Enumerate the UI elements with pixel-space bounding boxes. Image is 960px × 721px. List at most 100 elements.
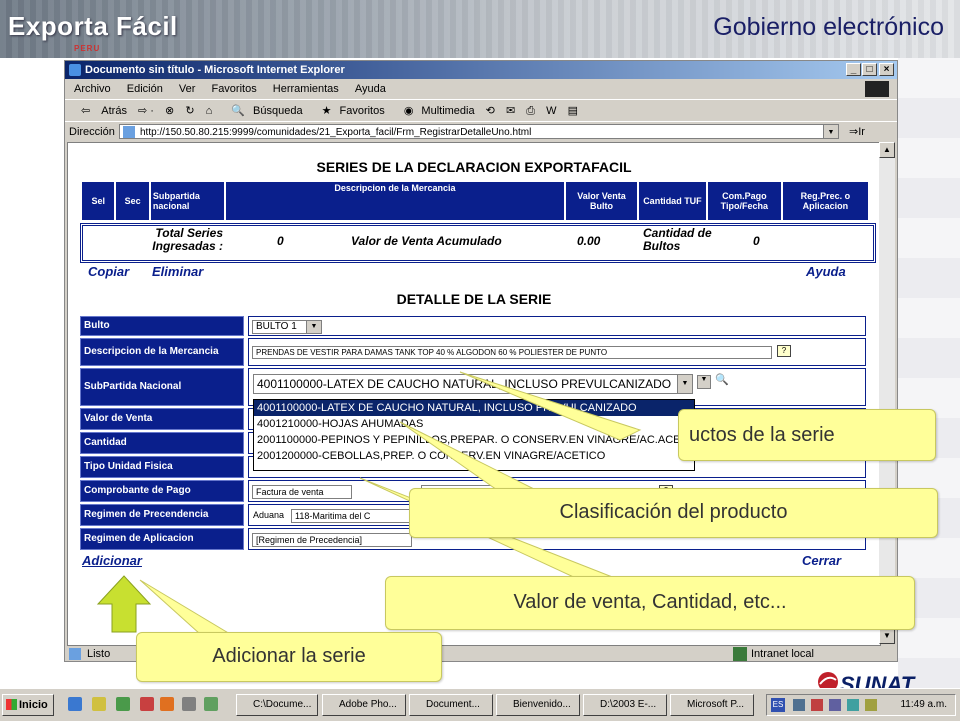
task-button[interactable]: Adobe Pho... [322,694,406,716]
add-link[interactable]: Adicionar [82,553,142,568]
media-quicklaunch-icon[interactable] [140,697,154,711]
bulto-select[interactable]: BULTO 1 ▼ [252,320,322,334]
status-text: Listo [87,648,111,660]
subpartida-extra-dropdown-icon[interactable]: ▼ [697,375,711,389]
windows-flag-icon [6,699,17,710]
address-input[interactable]: http://150.50.80.215:9999/comunidades/21… [119,124,839,139]
search-icon: 🔍 [231,105,246,117]
menu-edicion[interactable]: Edición [127,83,163,95]
subpartida-option[interactable]: 2001100000-PEPINOS Y PEPINILLOS,PREPAR. … [254,432,707,448]
stop-icon[interactable]: ⊗ [165,105,174,117]
value-acum-value: 0.00 [577,234,601,248]
callout-adicionar-text: Adicionar la serie [212,645,366,667]
peru-tag: PERU [74,44,101,53]
volume-icon[interactable] [829,699,841,711]
delete-link[interactable]: Eliminar [152,264,203,279]
procedencia-select[interactable]: 118-Maritima del C [291,509,411,523]
close-link[interactable]: Cerrar [802,553,841,568]
col-regprec: Reg.Prec. o Aplicacion [780,180,871,222]
copy-link[interactable]: Copiar [88,264,129,279]
col-sec: Sec [114,180,151,222]
back-button[interactable]: ⇦ Atrás [73,105,127,117]
lang-indicator[interactable]: ES [771,698,785,712]
task-button[interactable]: Microsoft P... [670,694,754,716]
clock: 11:49 a.m. [900,699,947,710]
close-button[interactable]: × [879,63,894,76]
callout-valor: Valor de venta, Cantidad, etc... [385,576,915,630]
home-icon[interactable]: ⌂ [206,105,213,117]
totals-row: Total Series Ingresadas : 0 Valor de Ven… [80,223,876,263]
taskbar: Inicio C:\Docume... Adobe Pho... Documen… [0,688,960,721]
status-page-icon [69,648,81,660]
menu-ver[interactable]: Ver [179,83,196,95]
scroll-up-icon[interactable]: ▲ [879,142,895,158]
forward-button[interactable]: ⇨ · [138,105,154,117]
bulto-dropdown-icon: ▼ [306,321,321,333]
favorites-button[interactable]: ★ Favoritos [314,105,385,117]
discuss-icon[interactable]: ▤ [568,105,578,117]
task-button[interactable]: Document... [409,694,493,716]
comprobante-value: Factura de venta [256,487,324,497]
subpartida-select[interactable]: 4001100000-LATEX DE CAUCHO NATURAL, INCL… [253,374,693,394]
vertical-scrollbar[interactable]: ▲ ▼ [879,142,895,644]
menu-ayuda[interactable]: Ayuda [355,83,386,95]
series-title: SERIES DE LA DECLARACION EXPORTAFACIL [316,159,632,175]
subpartida-dropdown-list: 4001100000-LATEX DE CAUCHO NATURAL, INCL… [253,399,707,471]
col-cantidad: Cantidad TUF [637,180,708,222]
subpartida-option-selected[interactable]: 4001100000-LATEX DE CAUCHO NATURAL, INCL… [254,400,694,416]
comprobante-select[interactable]: Factura de venta [252,485,352,499]
start-button[interactable]: Inicio [2,694,54,716]
col-sel: Sel [79,180,117,222]
ie-icon [69,64,81,76]
ie-quicklaunch-icon[interactable] [68,697,82,711]
subpartida-option[interactable]: 2001200000-CEBOLLAS,PREP. O CONSERV.EN V… [254,448,694,464]
edit-icon[interactable]: W [546,105,556,117]
media-icon: ◉ [403,105,414,117]
maximize-button[interactable]: □ [862,63,877,76]
toolbar: ⇦ Atrás ⇨ · ⊗ ↻ ⌂ 🔍 Búsqueda ★ Favoritos ◉… [65,99,897,122]
col-subpartida: Subpartida nacional [148,180,226,222]
mail-icon[interactable]: ✉ [506,105,515,117]
callout-clasificacion-text: Clasificación del producto [559,501,788,523]
desktop-quicklaunch-icon[interactable] [116,697,130,711]
tool-quicklaunch-icon[interactable] [182,697,196,711]
col-valor: Valor Venta Bulto [564,180,640,222]
multimedia-button[interactable]: ◉ Multimedia [396,105,475,117]
zone-icon [733,647,747,661]
security-icon[interactable] [811,699,823,711]
address-dropdown-icon[interactable]: ▼ [823,125,838,138]
callout-productos: uctos de la serie [678,409,936,461]
task-button[interactable]: Bienvenido... [496,694,580,716]
firefox-quicklaunch-icon[interactable] [160,697,174,711]
search-button[interactable]: 🔍 Búsqueda [223,105,302,117]
refresh-icon[interactable]: ↻ [185,105,194,117]
tray-app-icon[interactable] [865,699,877,711]
help-link[interactable]: Ayuda [806,264,846,279]
description-input[interactable]: PRENDAS DE VESTIR PARA DAMAS TANK TOP 40… [252,346,772,359]
outlook-quicklaunch-icon[interactable] [92,697,106,711]
network-icon[interactable] [793,699,805,711]
back-label: Atrás [101,105,127,117]
description-help-icon[interactable]: ? [777,345,791,357]
magnifier-icon[interactable]: 🔍 [715,373,729,386]
task-button[interactable]: D:\2003 E-... [583,694,667,716]
brand-title: Exporta Fácil [8,11,178,41]
minimize-button[interactable]: _ [846,63,861,76]
browser-window: Documento sin título - Microsoft Interne… [64,60,898,662]
task-button[interactable]: C:\Docume... [236,694,318,716]
history-icon[interactable]: ⟲ [486,105,495,117]
menu-favoritos[interactable]: Favoritos [211,83,256,95]
address-label: Dirección [69,126,115,138]
menu-archivo[interactable]: Archivo [74,83,111,95]
scroll-down-icon[interactable]: ▼ [879,628,895,644]
aplicacion-select[interactable]: [Regimen de Precedencia] [252,533,412,547]
series-table: Sel Sec Subpartida nacional Descripcion … [79,180,871,222]
menu-herramientas[interactable]: Herramientas [273,83,339,95]
print-icon[interactable]: ⎙ [526,105,535,117]
subpartida-option[interactable]: 4001210000-HOJAS AHUMADAS [254,416,694,432]
label-cantidad: Cantidad [80,432,244,454]
antivirus-icon[interactable] [847,699,859,711]
multimedia-label: Multimedia [421,105,475,117]
check-quicklaunch-icon[interactable] [204,697,218,711]
go-button[interactable]: ⇒Ir [849,122,865,142]
